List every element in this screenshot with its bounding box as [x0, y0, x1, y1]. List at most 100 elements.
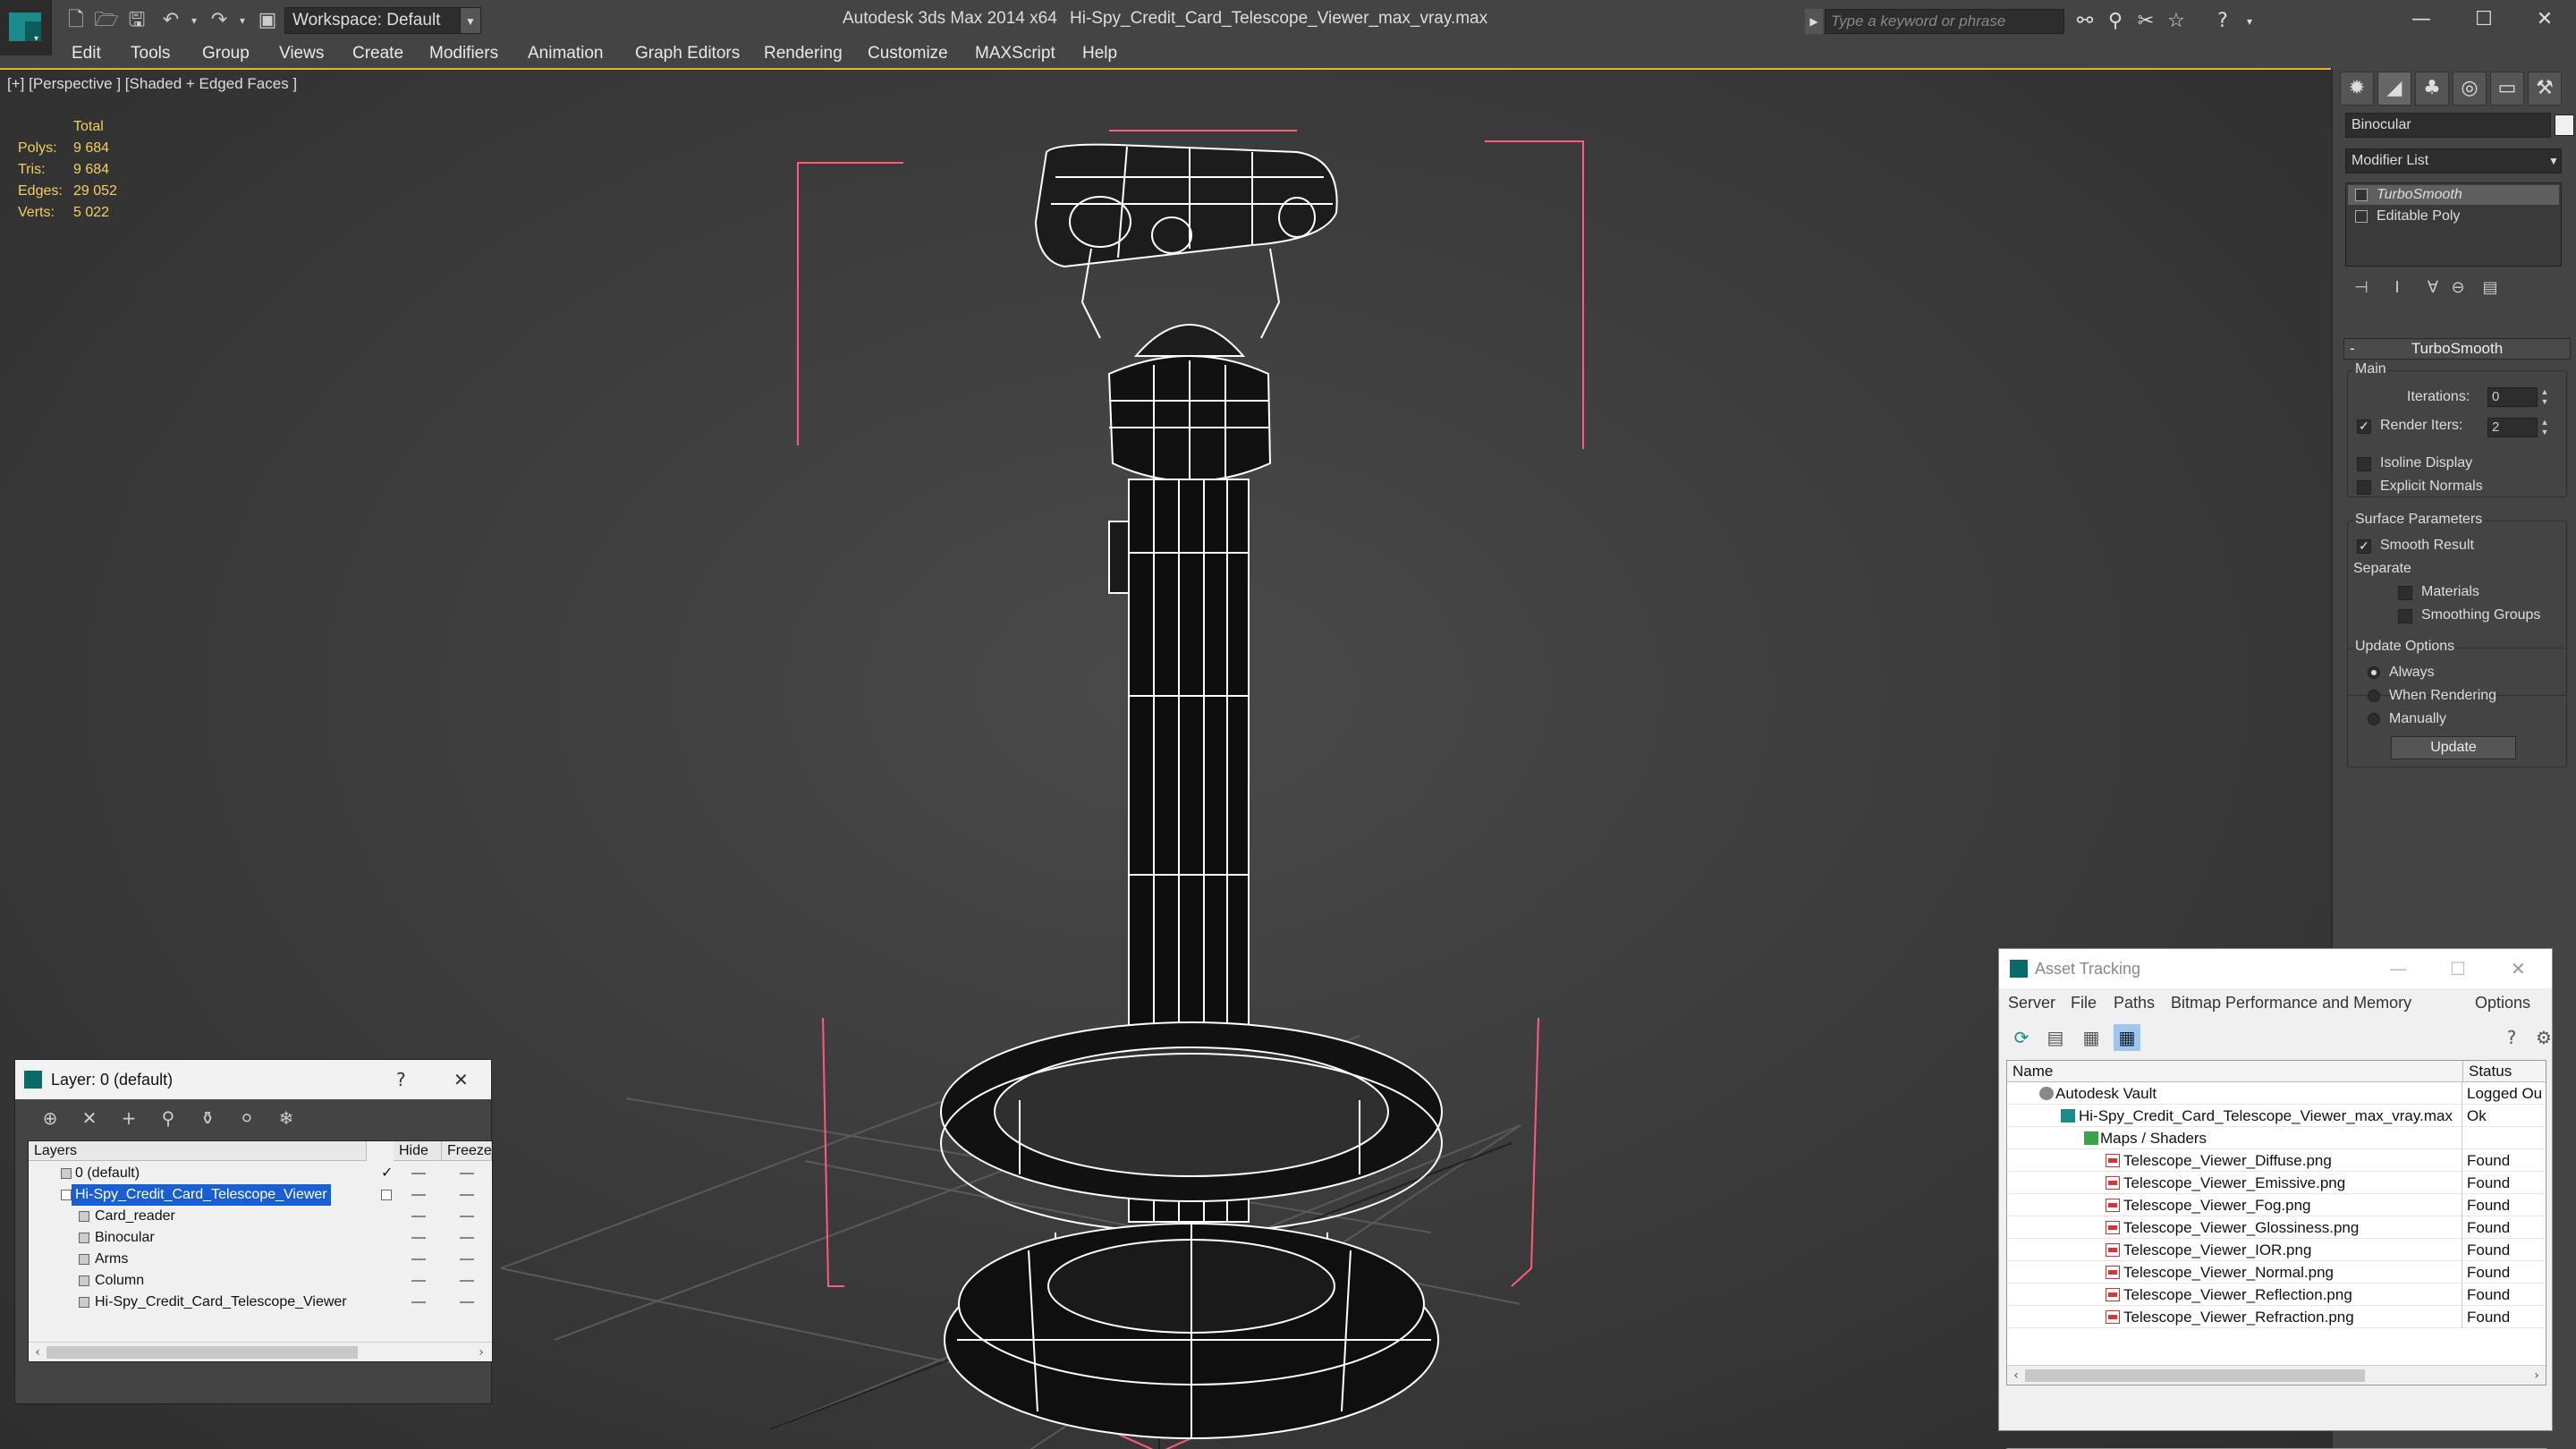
asset-row[interactable]: Hi-Spy_Credit_Card_Telescope_Viewer_max_… [2007, 1105, 2546, 1127]
turbosmooth-rollout-header[interactable]: - TurboSmooth [2343, 338, 2571, 360]
freeze-toggle[interactable] [460, 1301, 474, 1303]
search-input[interactable]: Type a keyword or phrase [1825, 9, 2064, 34]
help-icon[interactable]: ? [2209, 9, 2236, 34]
render-iters-checkbox[interactable]: ✓ [2357, 419, 2371, 434]
menu-edit[interactable]: Edit [72, 43, 101, 64]
help-dropdown-icon[interactable]: ▾ [2236, 9, 2263, 34]
asset-row[interactable]: Maps / Shaders [2007, 1127, 2546, 1149]
asset-row[interactable]: Telescope_Viewer_Diffuse.png Found [2007, 1149, 2546, 1172]
current-layer-check-icon[interactable]: ✓ [381, 1163, 393, 1184]
utilities-tab-icon[interactable]: ⚒ [2528, 72, 2562, 106]
minimize-icon[interactable]: — [2389, 949, 2407, 988]
help-button[interactable]: ? [396, 1060, 406, 1099]
highlight-layer-icon[interactable]: ⚱ [194, 1105, 221, 1131]
pin-stack-icon[interactable]: ⊣ [2349, 275, 2374, 301]
delete-layer-icon[interactable]: ✕ [76, 1105, 103, 1131]
spinner-arrows-icon[interactable]: ▲ ▼ [2539, 418, 2550, 437]
asset-row[interactable]: Telescope_Viewer_Reflection.png Found [2007, 1284, 2546, 1306]
layer-row[interactable]: Hi-Spy_Credit_Card_Telescope_Viewer [29, 1292, 492, 1313]
layer-row[interactable]: 0 (default) ✓ [29, 1163, 492, 1184]
hide-all-icon[interactable]: ⚪ [233, 1105, 260, 1131]
scroll-right-icon[interactable]: › [2529, 1366, 2544, 1385]
freeze-toggle[interactable] [460, 1216, 474, 1217]
layer-row[interactable]: Card_reader [29, 1206, 492, 1227]
menu-modifiers[interactable]: Modifiers [429, 43, 498, 64]
add-to-layer-icon[interactable]: + [115, 1105, 142, 1131]
asset-row[interactable]: Telescope_Viewer_Glossiness.png Found [2007, 1216, 2546, 1239]
column-header-status[interactable]: Status [2463, 1061, 2546, 1082]
menu-animation[interactable]: Animation [528, 43, 604, 64]
layer-row[interactable]: Arms [29, 1249, 492, 1270]
asset-row[interactable]: Autodesk Vault Logged Ou [2007, 1082, 2546, 1105]
layer-row[interactable]: Column [29, 1270, 492, 1292]
freeze-all-icon[interactable]: ❄ [273, 1105, 300, 1131]
scroll-right-icon[interactable]: › [474, 1343, 488, 1362]
hide-toggle[interactable] [411, 1258, 426, 1260]
hide-toggle[interactable] [411, 1301, 426, 1303]
update-button[interactable]: Update [2391, 736, 2516, 759]
spinner-arrows-icon[interactable]: ▲ ▼ [2539, 387, 2550, 407]
viewport-label[interactable]: [+] [Perspective ] [Shaded + Edged Faces… [7, 75, 297, 93]
when-rendering-radio[interactable] [2368, 690, 2380, 702]
hide-toggle[interactable] [411, 1194, 426, 1196]
menu-views[interactable]: Views [279, 43, 324, 64]
menu-file[interactable]: File [2071, 994, 2097, 1013]
menu-maxscript[interactable]: MAXScript [975, 43, 1055, 64]
asset-row[interactable]: Telescope_Viewer_IOR.png Found [2007, 1239, 2546, 1261]
layer-dialog-title-bar[interactable]: Layer: 0 (default) ? ✕ [15, 1060, 491, 1099]
new-file-icon[interactable]: 🗋 [63, 8, 89, 33]
scroll-left-icon[interactable]: ‹ [2009, 1366, 2023, 1385]
layer-row[interactable]: Hi-Spy_Credit_Card_Telescope_Viewer [29, 1184, 492, 1206]
chevron-down-icon[interactable]: ▼ [460, 7, 481, 34]
settings-icon[interactable]: ⚙ [2530, 1024, 2557, 1051]
search-expand-icon[interactable]: ▶ [1805, 9, 1823, 34]
freeze-toggle[interactable] [460, 1194, 474, 1196]
always-radio[interactable] [2368, 666, 2380, 679]
set-current-layer-icon[interactable] [381, 1190, 392, 1200]
maximize-button[interactable]: ☐ [2453, 0, 2515, 39]
hide-toggle[interactable] [411, 1280, 426, 1282]
help-icon[interactable]: ? [2498, 1024, 2525, 1051]
motion-tab-icon[interactable]: ◎ [2453, 72, 2487, 106]
column-header-hide[interactable]: Hide [394, 1141, 442, 1161]
maximize-icon[interactable]: ☐ [2450, 949, 2466, 988]
modify-tab-icon[interactable]: ◢ [2377, 72, 2411, 106]
menu-customize[interactable]: Customize [868, 43, 948, 64]
menu-group[interactable]: Group [202, 43, 250, 64]
column-header-name[interactable]: Name [2007, 1061, 2463, 1082]
asset-horizontal-scrollbar[interactable]: ‹ › [2007, 1365, 2546, 1385]
asset-row[interactable]: Telescope_Viewer_Emissive.png Found [2007, 1172, 2546, 1194]
asset-row[interactable]: Telescope_Viewer_Fog.png Found [2007, 1194, 2546, 1216]
subscription-icon[interactable]: ⚲ [2102, 9, 2129, 34]
modifier-list-dropdown[interactable]: Modifier List [2345, 148, 2562, 174]
undo-dropdown-icon[interactable]: ▾ [181, 8, 208, 33]
menu-bitmap-performance[interactable]: Bitmap Performance and Memory [2171, 994, 2411, 1013]
layer-horizontal-scrollbar[interactable]: ‹ › [29, 1342, 492, 1361]
create-tab-icon[interactable]: ✹ [2340, 72, 2374, 106]
project-folder-icon[interactable]: ▣ [254, 8, 281, 33]
menu-create[interactable]: Create [352, 43, 403, 64]
asset-row[interactable]: Telescope_Viewer_Refraction.png Found [2007, 1306, 2546, 1328]
redo-dropdown-icon[interactable]: ▾ [229, 8, 256, 33]
smooth-result-checkbox[interactable]: ✓ [2357, 539, 2371, 554]
select-objects-icon[interactable]: ⚲ [155, 1105, 182, 1131]
manually-radio[interactable] [2368, 713, 2380, 725]
hide-toggle[interactable] [411, 1216, 426, 1217]
freeze-toggle[interactable] [460, 1280, 474, 1282]
materials-checkbox[interactable] [2398, 586, 2412, 600]
show-end-result-icon[interactable]: Ι [2385, 275, 2410, 301]
close-button[interactable]: ✕ [2513, 0, 2576, 39]
hierarchy-tab-icon[interactable]: ♣ [2415, 72, 2449, 106]
render-iters-spinner[interactable]: 2 [2487, 418, 2538, 437]
lightbulb-icon[interactable] [2355, 189, 2368, 201]
menu-graph-editors[interactable]: Graph Editors [635, 43, 740, 64]
stack-item-editable-poly[interactable]: Editable Poly [2348, 207, 2559, 226]
column-header-freeze[interactable]: Freeze [442, 1141, 492, 1161]
asset-tracking-title-bar[interactable]: Asset Tracking — ☐ ✕ [1999, 949, 2552, 988]
menu-rendering[interactable]: Rendering [764, 43, 843, 64]
table-view-icon[interactable]: ▦ [2114, 1024, 2140, 1051]
binoculars-icon[interactable]: ⚯ [2072, 9, 2098, 34]
make-unique-icon[interactable]: ∀ [2420, 275, 2445, 301]
display-tab-icon[interactable]: ▭ [2490, 72, 2524, 106]
workspace-dropdown[interactable]: Workspace: Default [284, 7, 481, 34]
